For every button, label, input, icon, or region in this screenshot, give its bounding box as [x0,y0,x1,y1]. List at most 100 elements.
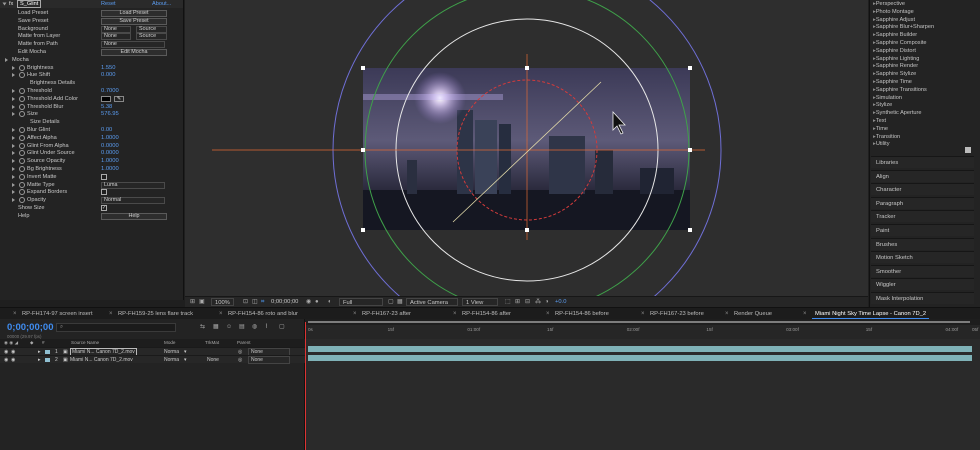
effect-row-bg-brightness[interactable]: Bg Brightness 1.0000 [0,165,183,173]
property-value[interactable]: 576.95 [101,110,119,118]
flowchart-icon[interactable]: ⁂ [535,299,541,305]
layer-name[interactable]: Miami N... Canon 7D_2.mov [70,356,133,364]
stopwatch-icon[interactable] [19,64,25,71]
expand-icon[interactable] [12,174,15,179]
panel-smoother[interactable]: Smoother [871,264,974,277]
grid-icon[interactable]: ⊡ [243,299,249,305]
panel-paint[interactable]: Paint [871,224,974,236]
eyedropper-icon[interactable]: ✎ [114,95,124,102]
effect-category-sapphire-composite[interactable]: Sapphire Composite [873,39,927,47]
effect-category-time[interactable]: Time [873,125,888,133]
expand-icon[interactable] [12,151,15,156]
timeline-track-area[interactable]: 0s 15f 01:00f 15f 02:00f 15f 03:00f 15f 04:00f 05… [306,319,980,450]
panel-tracker[interactable]: Tracker [871,210,974,223]
effect-category-photo-montage[interactable]: Photo Montage [873,8,914,16]
effect-row-matte-from-layer[interactable]: Matte from Layer None Source [0,32,183,41]
parent-header[interactable]: Parent [237,340,251,345]
stopwatch-icon[interactable] [19,134,25,141]
graph-editor-icon[interactable]: ⌇ [265,324,271,330]
property-value[interactable]: 0.7000 [101,87,119,95]
stopwatch-icon[interactable] [19,181,25,188]
magnification-icon[interactable]: ⊞ [190,299,196,305]
effect-row-help[interactable]: Help Help [0,212,183,220]
property-value[interactable]: 0.0000 [101,149,119,157]
panel-paragraph[interactable]: Paragraph [871,196,974,209]
mode-select[interactable]: Norma [164,356,179,364]
panel-wiggler[interactable]: Wiggler [871,278,974,291]
panel-mask-interpolation[interactable]: Mask Interpolation [871,292,974,304]
camera-select[interactable]: Active Camera [406,298,458,306]
stopwatch-icon[interactable] [19,88,25,94]
motion-blur-icon[interactable]: ◍ [252,324,258,330]
resolution-select[interactable]: Full [339,298,383,306]
expand-icon[interactable] [12,143,15,148]
checkbox[interactable] [101,189,107,196]
mode-header[interactable]: Mode [164,340,176,345]
show-channel-icon[interactable]: ● [315,299,321,305]
effect-row-affect-alpha[interactable]: Affect Alpha 1.0000 [0,134,183,142]
timeline-timecode[interactable]: 0;00;00;00 [7,322,53,333]
stopwatch-icon[interactable] [19,72,25,79]
effect-category-sapphire-adjust[interactable]: Sapphire Adjust [873,16,915,24]
expand-icon[interactable] [12,198,15,203]
stopwatch-icon[interactable] [19,142,25,149]
checkbox[interactable]: ✓ [101,205,107,211]
layer-number[interactable]: 2 [55,356,58,364]
panel-motion-sketch[interactable]: Motion Sketch [871,251,974,264]
effect-row-hue-shift[interactable]: Hue Shift 0.000 [0,71,183,79]
effect-row-edit-mocha[interactable]: Edit Mocha Edit Mocha [0,48,183,56]
effect-category-sapphire-render[interactable]: Sapphire Render [873,62,918,70]
parent-select[interactable]: None [248,356,290,364]
expand-icon[interactable] [12,89,15,93]
effect-row-size[interactable]: Size 576.95 [0,110,183,118]
expand-icon[interactable] [12,135,15,140]
exposure-value[interactable]: +0.0 [555,298,566,306]
expand-icon[interactable] [2,2,7,6]
effect-category-sapphire-builder[interactable]: Sapphire Builder [873,31,917,39]
layer-2-bar[interactable] [308,355,972,361]
expand-icon[interactable] [12,73,15,78]
effect-category-perspective[interactable]: Perspective [873,0,905,8]
comp-mini-flowchart-icon[interactable]: ▢ [279,324,285,330]
expand-icon[interactable] [12,112,15,117]
stopwatch-icon[interactable] [19,173,25,180]
property-value[interactable]: 1.0000 [101,157,119,165]
stopwatch-icon[interactable] [19,197,25,204]
timeline-icon[interactable]: ⊟ [525,299,531,305]
effect-category-synthetic-aperture[interactable]: Synthetic Aperture [873,109,922,117]
label-color[interactable] [45,350,50,354]
effect-row-invert-matte[interactable]: Invert Matte [0,173,183,181]
exposure-icon[interactable]: ◑ [545,299,551,305]
property-value[interactable]: 0.00 [101,126,112,134]
effect-row-expand-borders[interactable]: Expand Borders [0,188,183,196]
expand-icon[interactable] [5,57,8,62]
time-ruler[interactable]: 0s 15f 01:00f 15f 02:00f 15f 03:00f 15f 04:00f 05… [306,325,980,339]
channel-icon[interactable]: ◐ [328,299,334,305]
property-value[interactable]: 0.000 [101,71,116,79]
view-layout-select[interactable]: 1 View [462,298,498,306]
effect-row-blur-glint[interactable]: Blur Glint 0.00 [0,126,183,134]
effect-row-mocha[interactable]: Mocha [0,56,183,64]
reset-link[interactable]: Reset [101,0,116,8]
about-link[interactable]: About... [152,0,171,8]
effect-row-load-preset[interactable]: Load Preset Load Preset [0,9,183,17]
effect-row-threshold-add-color[interactable]: Threshold Add Color ✎ [0,95,183,103]
preview-icon[interactable]: ▣ [199,299,205,305]
trkmat-select[interactable]: None [207,356,219,364]
stopwatch-icon[interactable] [19,158,25,165]
viewer-timecode[interactable]: 0;00;00;00 [271,298,298,306]
panel-libraries[interactable]: Libraries [871,156,974,168]
expand-icon[interactable] [12,65,15,70]
checkbox[interactable] [101,173,107,180]
effect-row-matte-type[interactable]: Matte Type Luma [0,181,183,189]
expand-icon[interactable] [12,182,15,187]
composition-viewer[interactable] [185,0,868,296]
property-value[interactable]: 5.38 [101,103,112,111]
effect-row-show-size[interactable]: Show Size ✓ [0,204,183,212]
draft-3d-icon[interactable]: ▦ [213,324,219,330]
effect-category-utility[interactable]: Utility [873,140,890,148]
stopwatch-icon[interactable] [19,127,25,133]
stopwatch-icon[interactable] [19,95,25,102]
new-folder-icon[interactable] [965,147,971,153]
effect-category-sapphire-transitions[interactable]: Sapphire Transitions [873,86,927,94]
